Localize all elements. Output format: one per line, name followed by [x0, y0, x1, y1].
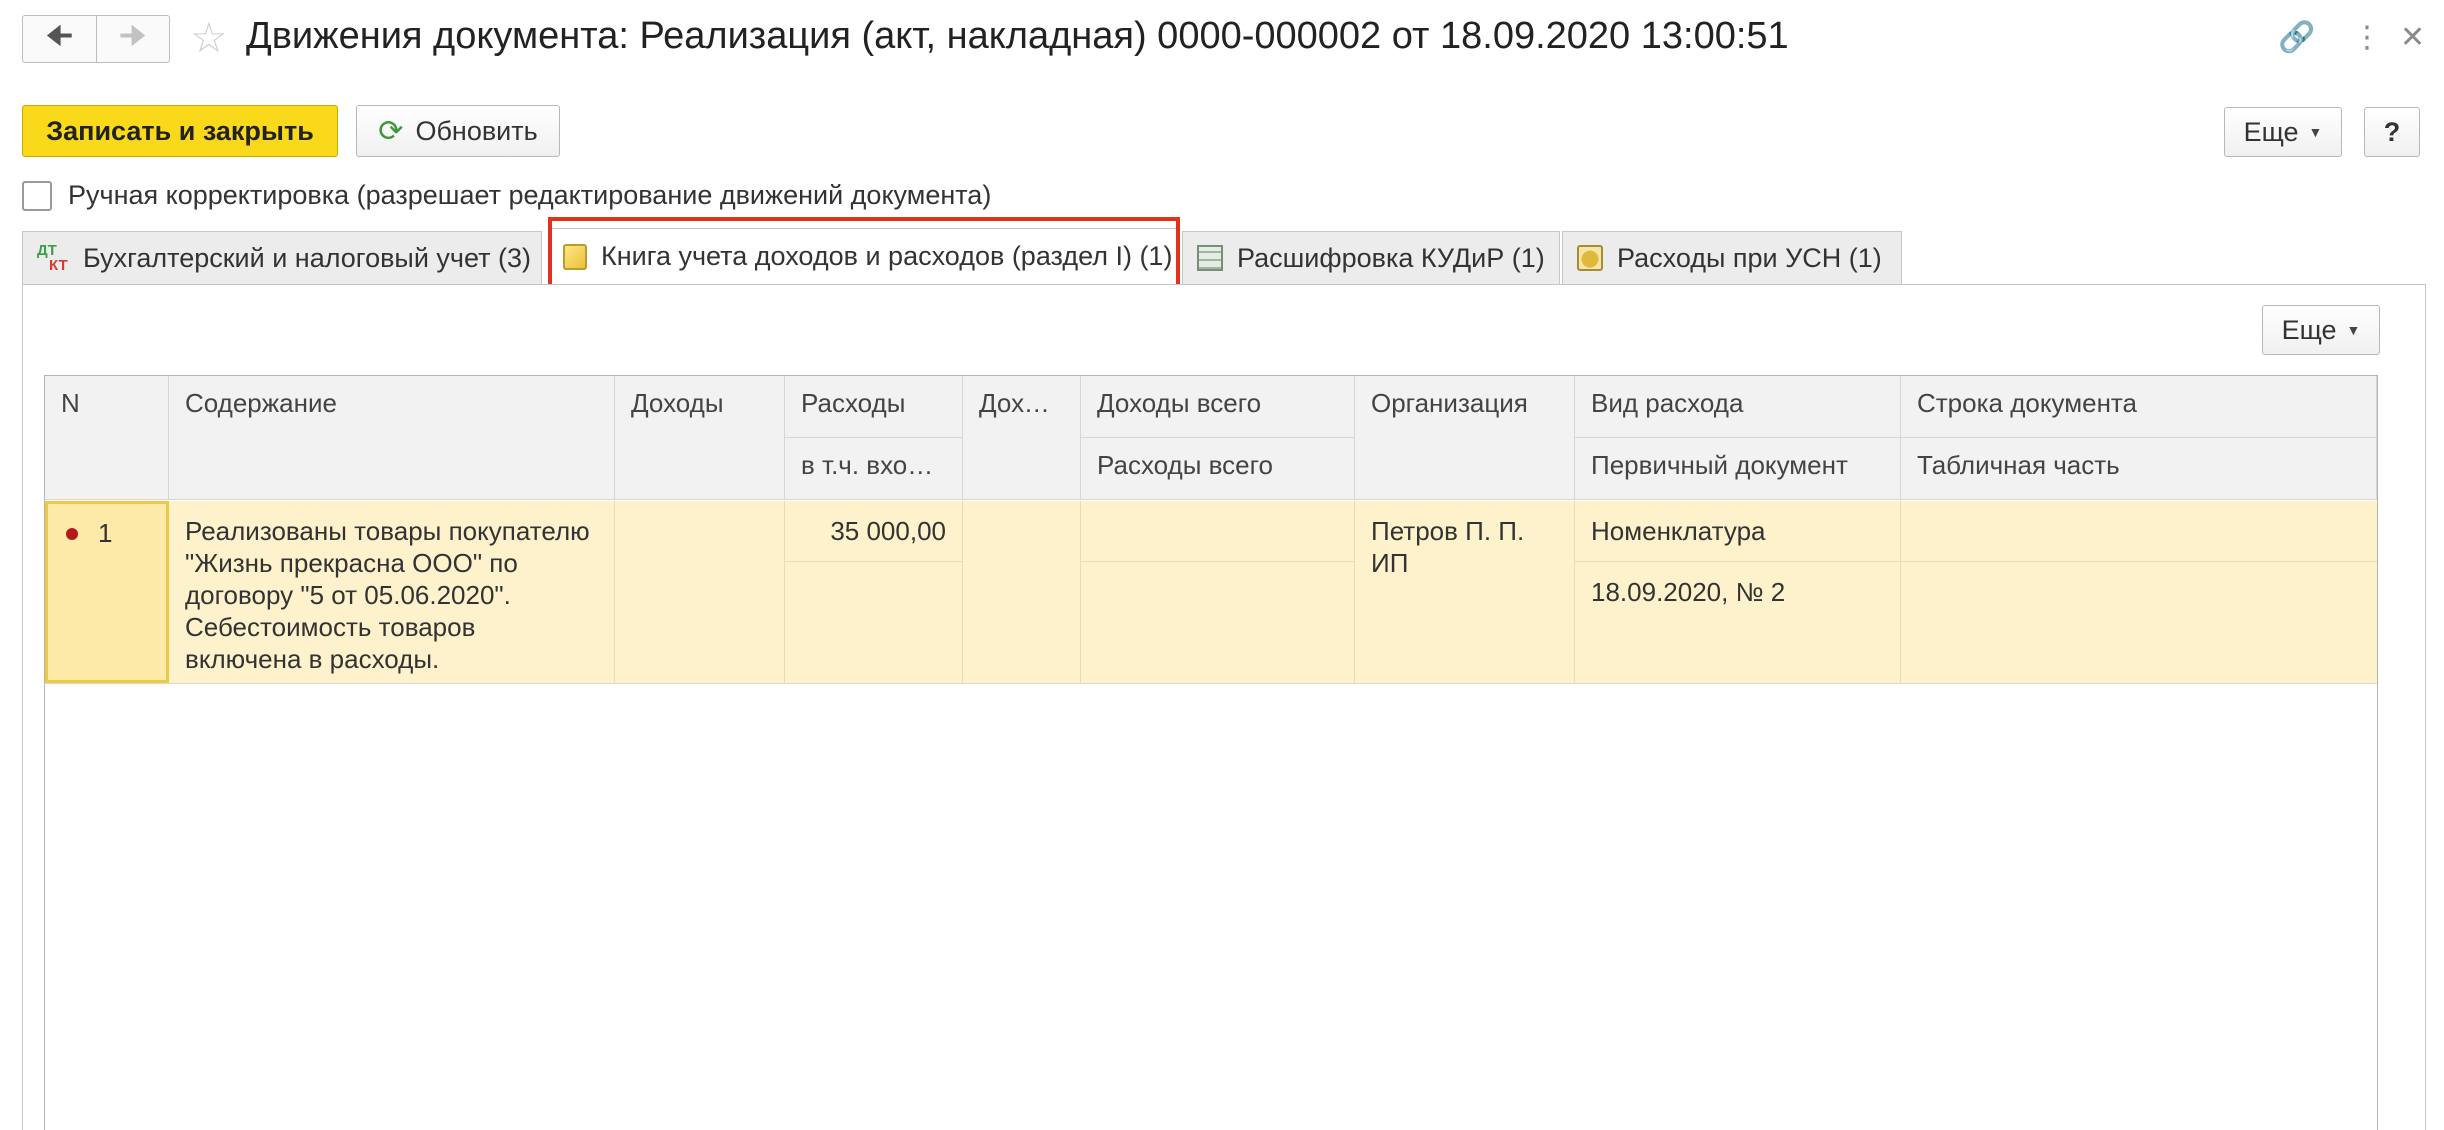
coins-icon: [1577, 245, 1603, 271]
record-active-icon: [66, 528, 78, 540]
header-expenses[interactable]: Расходы: [785, 376, 963, 438]
records-table[interactable]: N Содержание Доходы Расходы в т.ч. вхо… …: [44, 375, 2378, 1130]
cell-income-total[interactable]: [1081, 501, 1355, 561]
more-menu-button[interactable]: Еще ▼: [2224, 107, 2342, 157]
cell-doc-line[interactable]: [1901, 501, 2377, 561]
close-icon[interactable]: ✕: [2400, 14, 2425, 62]
refresh-icon: ⟳: [378, 114, 404, 148]
cell-organization[interactable]: Петров П. П. ИП: [1355, 501, 1575, 683]
cell-income-trunc[interactable]: [963, 501, 1081, 683]
header-doc-line[interactable]: Строка документа: [1901, 376, 2377, 438]
help-button[interactable]: ?: [2364, 107, 2420, 157]
nav-buttons: 🠈 🠊: [22, 15, 170, 63]
row-divider: [45, 683, 2377, 684]
header-income[interactable]: Доходы: [615, 376, 785, 500]
table-icon: [1197, 245, 1223, 271]
more-vertical-icon[interactable]: ⋮: [2352, 14, 2382, 62]
row-number-cell[interactable]: 1: [45, 501, 169, 683]
tab-label: Расходы при УСН (1): [1617, 242, 1882, 273]
tab-kudir-details[interactable]: Расшифровка КУДиР (1): [1182, 231, 1560, 284]
dt-kt-icon: ДТ КТ: [37, 242, 68, 274]
link-icon[interactable]: 🔗: [2278, 14, 2315, 62]
cell-expenses[interactable]: 35 000,00: [785, 501, 963, 561]
cell-table-part[interactable]: [1901, 561, 2377, 683]
header-expenses-total[interactable]: Расходы всего: [1081, 438, 1355, 500]
forward-button[interactable]: 🠊: [95, 16, 170, 62]
header-organization[interactable]: Организация: [1355, 376, 1575, 500]
row-number: 1: [98, 518, 113, 548]
refresh-button[interactable]: ⟳ Обновить: [356, 105, 560, 157]
save-and-close-button[interactable]: Записать и закрыть: [22, 105, 338, 157]
refresh-label: Обновить: [415, 115, 538, 146]
cell-expense-type[interactable]: Номенклатура: [1575, 501, 1901, 561]
manual-edit-row: Ручная корректировка (разрешает редактир…: [22, 180, 991, 211]
favorite-star-icon[interactable]: ☆: [190, 14, 228, 62]
header-expense-type[interactable]: Вид расхода: [1575, 376, 1901, 438]
chevron-down-icon: ▼: [2308, 124, 2323, 140]
header-n[interactable]: N: [45, 376, 169, 500]
chevron-down-icon: ▼: [2346, 322, 2361, 338]
tab-label: Бухгалтерский и налоговый учет (3): [83, 242, 531, 273]
cell-expenses-total[interactable]: [1081, 561, 1355, 683]
cell-content[interactable]: Реализованы товары покупателю "Жизнь пре…: [169, 501, 615, 683]
cell-primary-doc[interactable]: 18.09.2020, № 2: [1575, 561, 1901, 683]
header-table-part[interactable]: Табличная часть: [1901, 438, 2377, 500]
more-label: Еще: [2243, 116, 2299, 147]
more-label: Еще: [2281, 314, 2337, 345]
back-button[interactable]: 🠈: [23, 16, 96, 62]
cell-income[interactable]: [615, 501, 785, 683]
arrow-right-icon: 🠊: [118, 19, 147, 53]
cell-expenses-incl[interactable]: [785, 561, 963, 683]
tab-label: Расшифровка КУДиР (1): [1237, 242, 1545, 273]
tab-usn-expenses[interactable]: Расходы при УСН (1): [1562, 231, 1902, 284]
arrow-left-icon: 🠈: [45, 19, 74, 53]
header-primary-doc[interactable]: Первичный документ: [1575, 438, 1901, 500]
manual-edit-checkbox[interactable]: [22, 180, 52, 211]
table-more-button[interactable]: Еще ▼: [2262, 305, 2380, 355]
header-expenses-incl[interactable]: в т.ч. вхо…: [785, 438, 963, 500]
header-income-trunc[interactable]: Дохо…: [963, 376, 1081, 500]
window-title: Движения документа: Реализация (акт, нак…: [246, 15, 1789, 57]
header-content[interactable]: Содержание: [169, 376, 615, 500]
manual-edit-label[interactable]: Ручная корректировка (разрешает редактир…: [68, 180, 991, 211]
tab-accounting[interactable]: ДТ КТ Бухгалтерский и налоговый учет (3): [22, 231, 542, 284]
header-income-total[interactable]: Доходы всего: [1081, 376, 1355, 438]
